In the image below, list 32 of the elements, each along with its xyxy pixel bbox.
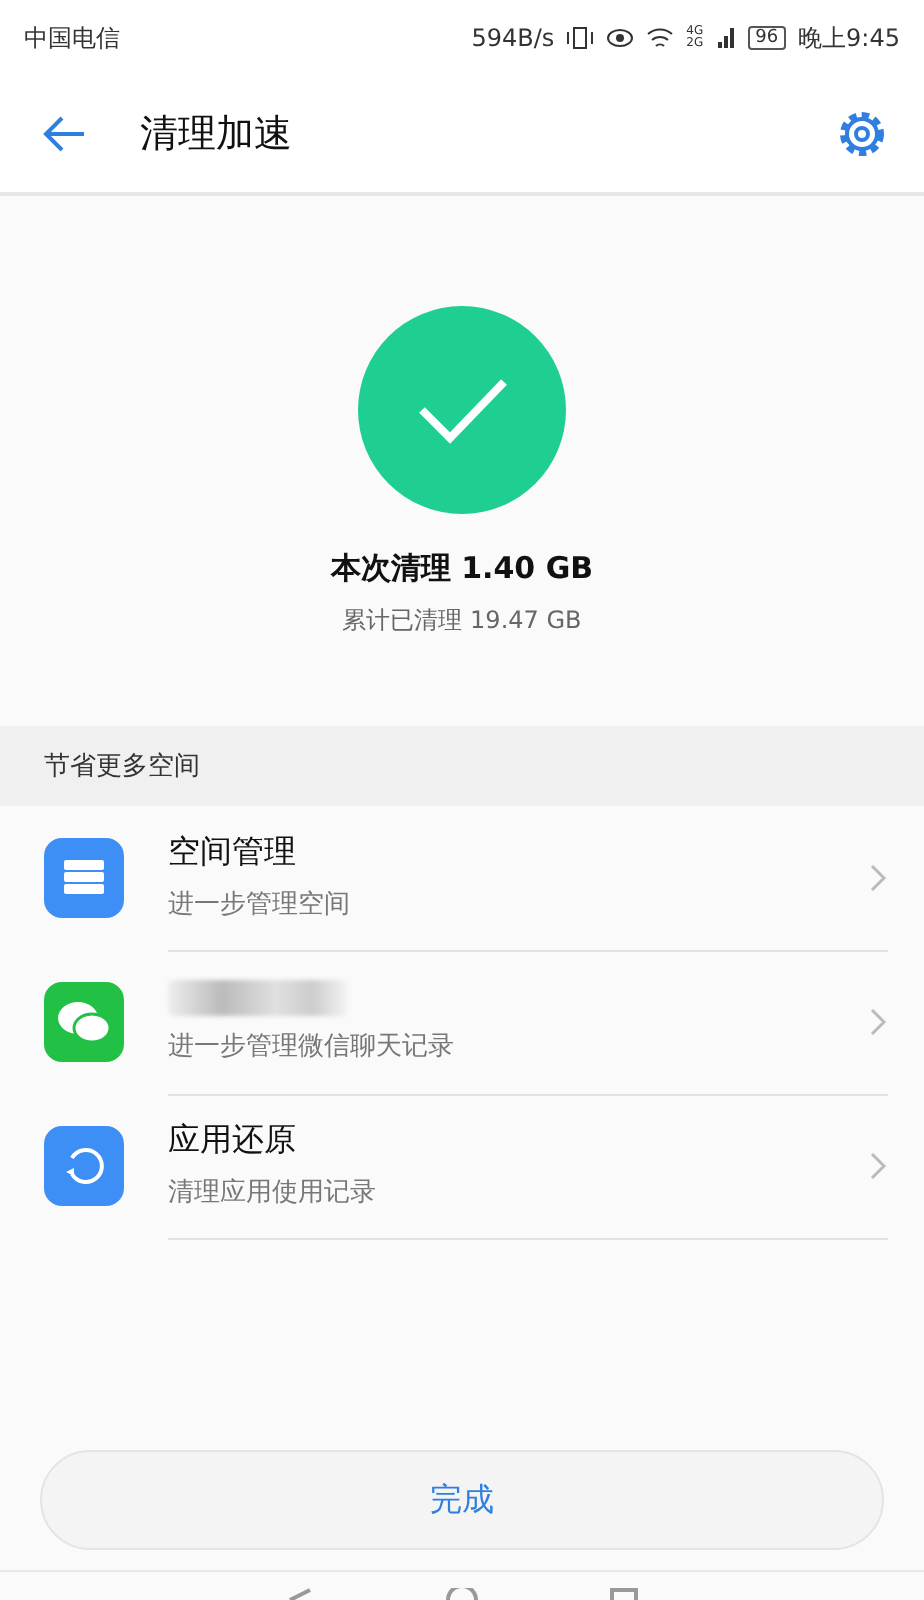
checkmark-icon xyxy=(358,306,566,514)
item-title: 应用还原 xyxy=(168,1120,298,1162)
list-item[interactable]: 进一步管理微信聊天记录 xyxy=(0,950,924,1094)
restore-icon xyxy=(44,1126,124,1206)
nav-back-icon[interactable] xyxy=(286,1588,314,1600)
chevron-icon xyxy=(868,1006,888,1038)
settings-icon[interactable] xyxy=(836,108,888,160)
chevron-icon xyxy=(868,862,888,894)
signal-icon xyxy=(715,26,736,50)
list-item[interactable]: 空间管理 进一步管理空间 xyxy=(0,806,924,950)
clock: 晚上9:45 xyxy=(798,21,900,55)
item-title: 空间管理 xyxy=(168,832,298,874)
network-speed: 594B/s xyxy=(471,24,555,52)
chat-bubbles-icon xyxy=(44,982,124,1062)
wifi-icon xyxy=(646,26,675,50)
chevron-icon xyxy=(868,1150,888,1182)
cleaned-amount: 本次清理 1.40 GB xyxy=(330,550,594,588)
carrier-name: 中国电信 xyxy=(24,21,120,55)
vibrate-icon xyxy=(566,26,595,50)
item-subtitle: 清理应用使用记录 xyxy=(168,1176,378,1210)
back-arrow-icon[interactable] xyxy=(40,114,88,154)
item-subtitle: 进一步管理空间 xyxy=(168,888,352,922)
list-item[interactable]: 应用还原 清理应用使用记录 xyxy=(0,1094,924,1238)
total-cleaned: 累计已清理 19.47 GB xyxy=(342,604,582,638)
page-title: 清理加速 xyxy=(140,110,294,160)
item-subtitle: 进一步管理微信聊天记录 xyxy=(168,1029,456,1063)
nav-home-icon[interactable] xyxy=(446,1588,478,1600)
section-title: 节省更多空间 xyxy=(44,750,200,784)
battery-level: 96 xyxy=(747,26,787,50)
eye-icon xyxy=(606,26,635,50)
nav-recents-icon[interactable] xyxy=(610,1588,638,1600)
done-button[interactable]: 完成 xyxy=(40,1450,884,1550)
